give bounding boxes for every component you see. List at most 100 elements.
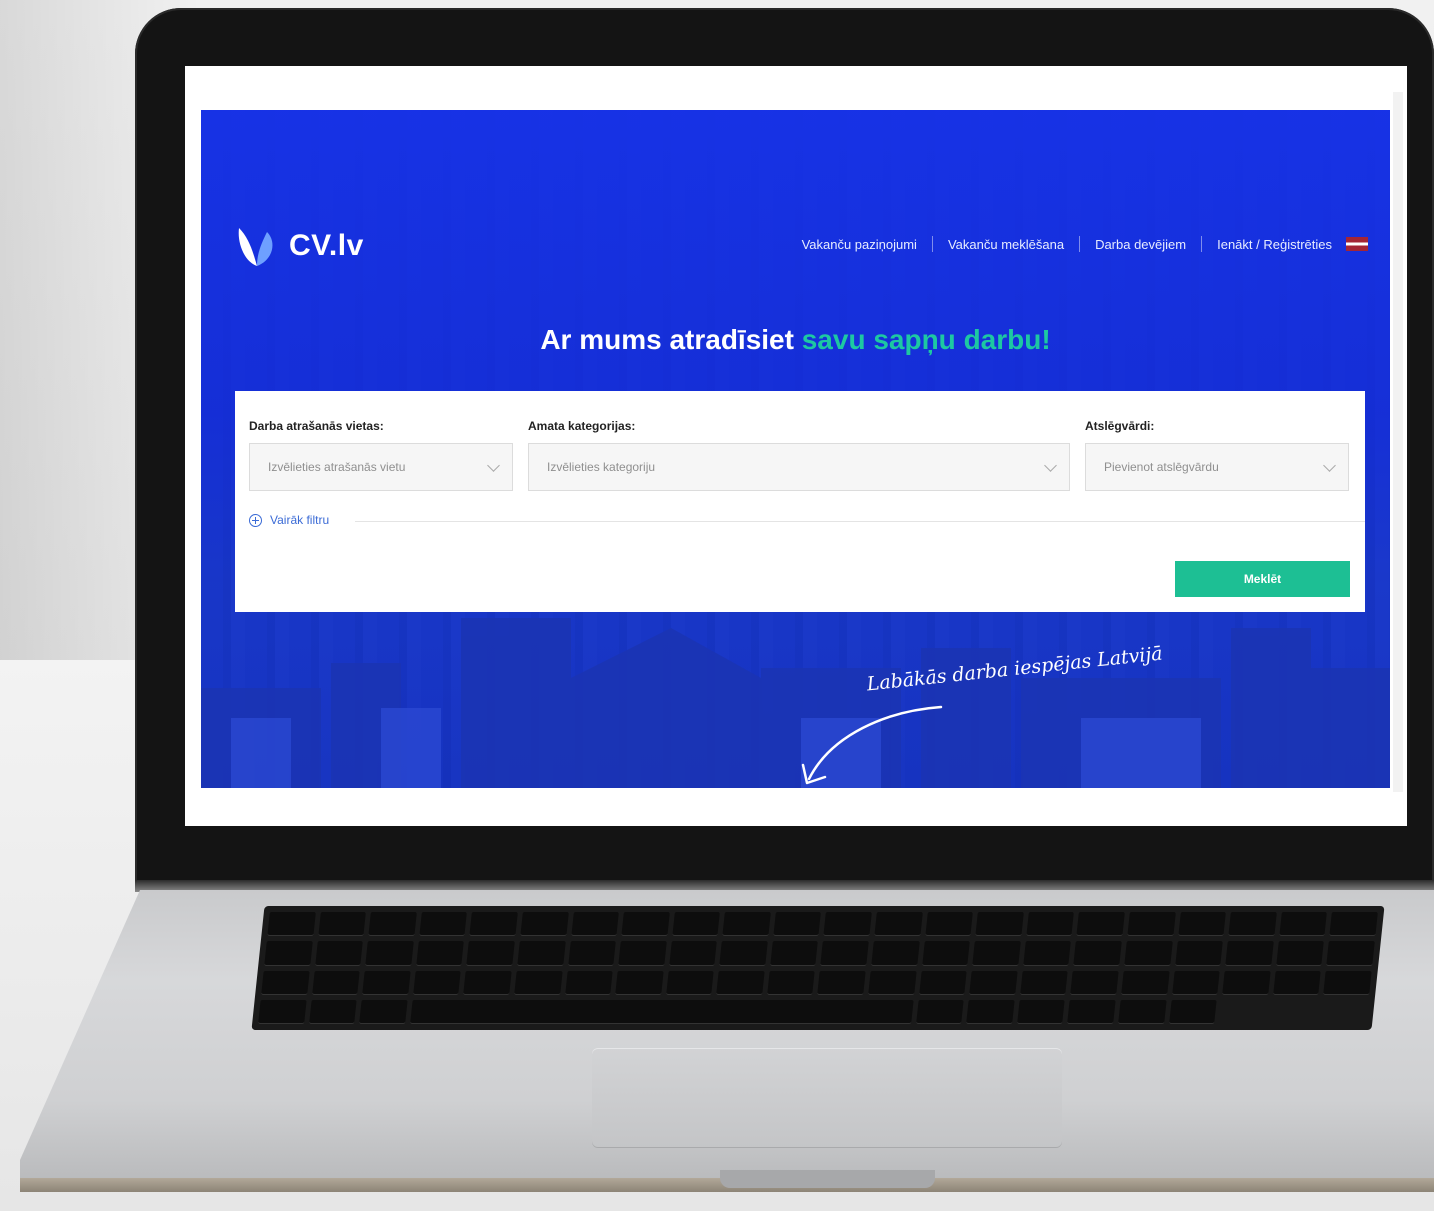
keyboard-key (520, 912, 569, 937)
search-button[interactable]: Meklēt (1175, 561, 1350, 597)
keyboard-key (409, 999, 914, 1024)
location-label: Darba atrašanās vietas: (249, 419, 384, 433)
keyboard-key (1124, 941, 1173, 966)
category-placeholder: Izvēlieties kategoriju (547, 460, 656, 474)
keyboard-key (1121, 970, 1170, 995)
keyboard-key (918, 970, 968, 995)
nav-separator (1079, 236, 1081, 252)
nav-separator (931, 236, 933, 252)
chevron-down-icon (1044, 458, 1057, 472)
keyboard-key (1067, 999, 1116, 1024)
location-select[interactable]: Izvēlieties atrašanās vietu (249, 443, 513, 491)
keyboard-key (570, 912, 620, 937)
keyboard-key (1171, 970, 1220, 995)
keyboard-key (1020, 970, 1069, 995)
curved-arrow-icon (801, 705, 943, 785)
keyboard-key (615, 970, 664, 995)
keyboard-key (466, 941, 515, 966)
keyboard-key (1076, 912, 1125, 937)
nav-separator (1201, 236, 1203, 252)
laptop-lid-notch (720, 1170, 935, 1188)
keyboard-key (469, 912, 518, 937)
keyboard-key (463, 970, 512, 995)
keyboard-key (975, 912, 1024, 937)
logo-text: CV.lv (289, 229, 364, 262)
keyboard-key (665, 970, 715, 995)
keyboard-key (1225, 941, 1274, 966)
job-search-form: Darba atrašanās vietas: Izvēlieties atra… (235, 391, 1365, 612)
keyboard-key (362, 970, 411, 995)
nav-login-register[interactable]: Ienākt / Reģistrēties (1217, 237, 1332, 252)
keyboard-key (871, 941, 920, 966)
keyboard-key (966, 999, 1015, 1024)
keyboard-key (719, 941, 768, 966)
keyboard-key (668, 941, 718, 966)
keyboard-key (365, 941, 414, 966)
nav-vacancy-ads[interactable]: Vakanču paziņojumi (802, 237, 917, 252)
keyboard-key (820, 941, 869, 966)
keyboard-key (969, 970, 1018, 995)
keyboard-key (264, 941, 313, 966)
keyboard-key (419, 912, 468, 937)
keyboard-key (672, 912, 721, 937)
plus-circle-icon (249, 513, 262, 527)
keyboard-key (258, 999, 307, 1024)
keyboard-key (317, 912, 367, 937)
keyboard-key (1016, 999, 1066, 1024)
keyboard-key (517, 941, 566, 966)
site-logo[interactable]: CV.lv (235, 222, 364, 270)
main-nav: Vakanču paziņojumi Vakanču meklēšana Dar… (802, 236, 1368, 252)
keyboard-key (618, 941, 667, 966)
category-select[interactable]: Izvēlieties kategoriju (528, 443, 1070, 491)
hero-headline: Ar mums atradīsiet savu sapņu darbu! (201, 324, 1390, 356)
chevron-down-icon (1323, 458, 1336, 472)
keyboard-key (416, 941, 465, 966)
keyboard-key (1118, 999, 1167, 1024)
keyboard-key (311, 970, 360, 995)
keyboard-key (823, 912, 872, 937)
keyboard-key (314, 941, 363, 966)
keyboard-key (567, 941, 616, 966)
more-filters-label: Vairāk filtru (270, 513, 330, 527)
keyboard-key (1023, 941, 1072, 966)
keyboard-key (1168, 999, 1217, 1024)
keyword-select[interactable]: Pievienot atslēgvārdu (1085, 443, 1349, 491)
keyboard-key (267, 912, 316, 937)
nav-vacancy-search[interactable]: Vakanču meklēšana (948, 237, 1064, 252)
keyboard-key (514, 970, 563, 995)
keyboard-key (767, 970, 816, 995)
keyboard-key (1276, 941, 1325, 966)
keyboard-key (716, 970, 765, 995)
keyboard-key (1026, 912, 1075, 937)
cv-logo-icon (238, 228, 273, 266)
keyboard-key (621, 912, 670, 937)
keyword-label: Atslēgvārdi: (1085, 419, 1155, 433)
keyboard-key (817, 970, 866, 995)
laptop-screen: CV.lv Vakanču paziņojumi Vakanču meklēša… (185, 66, 1407, 826)
keyboard-key (1329, 912, 1378, 937)
keyboard-key (1222, 970, 1271, 995)
keyboard-key (1174, 941, 1224, 966)
keyboard-key (1073, 941, 1122, 966)
nav-employers[interactable]: Darba devējiem (1095, 237, 1186, 252)
keyboard-key (874, 912, 923, 937)
keyboard-key (412, 970, 462, 995)
form-divider (355, 521, 1365, 522)
keyboard-key (925, 912, 974, 937)
laptop-trackpad (592, 1048, 1062, 1148)
page-scrollbar[interactable] (1393, 92, 1403, 792)
more-filters-link[interactable]: Vairāk filtru (249, 513, 329, 527)
keyboard-key (722, 912, 771, 937)
keyboard-key (972, 941, 1021, 966)
keyboard-key (773, 912, 822, 937)
keyboard-key (1228, 912, 1277, 937)
chevron-down-icon (487, 458, 500, 472)
keyboard-key (770, 941, 819, 966)
keyboard-key (868, 970, 917, 995)
keyword-placeholder: Pievienot atslēgvārdu (1104, 460, 1219, 474)
keyboard-key (921, 941, 971, 966)
keyboard-key (368, 912, 417, 937)
location-placeholder: Izvēlieties atrašanās vietu (268, 460, 406, 474)
keyboard-key (1279, 912, 1328, 937)
latvia-flag-icon[interactable] (1346, 237, 1368, 251)
